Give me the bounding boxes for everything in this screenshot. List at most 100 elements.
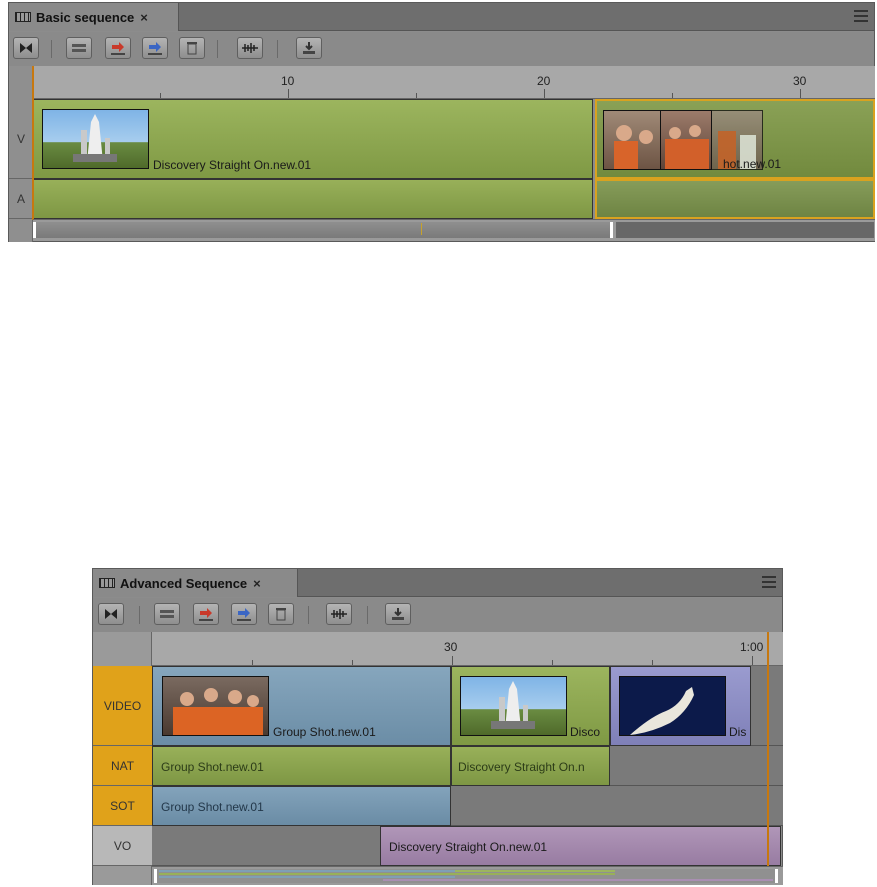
playhead[interactable] (32, 66, 34, 220)
clip-thumbnail (660, 110, 712, 170)
video-clip-group-shot[interactable]: hot.new.01 (595, 99, 875, 179)
advanced-track-header: VIDEO NAT SOT VO (93, 632, 152, 885)
vo-track-empty (152, 826, 380, 866)
ruler-tick (288, 89, 289, 98)
ruler-label: 30 (793, 74, 807, 88)
ruler-tick (452, 656, 453, 665)
clip-thumbnail (603, 110, 661, 170)
ruler-tick (552, 660, 553, 665)
video-clip-discovery[interactable]: Discovery Straight On.new.01 (33, 99, 593, 179)
audio-waveform-icon[interactable] (237, 37, 263, 59)
close-icon[interactable]: × (140, 10, 148, 25)
toolbar-divider (217, 40, 218, 58)
lift-icon[interactable] (231, 603, 257, 625)
timeline-icon (15, 12, 31, 22)
clip-name: Discovery Straight On.n (458, 760, 585, 774)
lift-icon[interactable] (142, 37, 168, 59)
video-clip-discovery[interactable]: Disco (451, 666, 610, 746)
tab-advanced-sequence[interactable]: Advanced Sequence × (93, 569, 298, 597)
basic-track-header: V A (9, 66, 33, 242)
splice-icon[interactable] (154, 603, 180, 625)
nat-clip-discovery[interactable]: Discovery Straight On.n (451, 746, 610, 786)
scrollbar-thumb[interactable] (33, 222, 613, 238)
track-label-a[interactable]: A (9, 179, 33, 219)
clip-name: hot.new.01 (723, 157, 782, 171)
clip-name: Group Shot.new.01 (161, 800, 264, 814)
scrollbar-mini-nat (159, 873, 615, 875)
clip-thumbnail (460, 676, 567, 736)
clip-name: Group Shot.new.01 (161, 760, 264, 774)
track-label-sot[interactable]: SOT (93, 786, 152, 826)
clip-thumbnail (162, 676, 269, 736)
clip-name: Discovery Straight On.new.01 (389, 840, 548, 854)
scrollbar-track-dark (616, 222, 874, 238)
ruler-tick (160, 93, 161, 98)
ruler-label: 20 (537, 74, 551, 88)
advanced-tab-bar: Advanced Sequence × (93, 569, 782, 597)
sot-track-empty (451, 786, 783, 826)
close-icon[interactable]: × (253, 576, 261, 591)
audio-clip-discovery[interactable] (33, 179, 593, 219)
toolbar-divider (51, 40, 52, 58)
overwrite-icon[interactable] (105, 37, 131, 59)
panel-menu-icon[interactable] (762, 576, 776, 588)
scrollbar-mini-video (455, 870, 615, 872)
timeline-icon (99, 578, 115, 588)
timecode-ruler[interactable]: 30 1:00 (152, 632, 783, 666)
ruler-tick (352, 660, 353, 665)
timeline-scrollbar[interactable] (152, 866, 783, 885)
ruler-tick (672, 93, 673, 98)
delete-icon[interactable] (268, 603, 294, 625)
sot-clip-group-shot[interactable]: Group Shot.new.01 (152, 786, 451, 826)
clip-thumbnail (619, 676, 726, 736)
ruler-label: 1:00 (740, 640, 764, 654)
clip-name: Group Shot.new.01 (273, 725, 376, 739)
track-label-v[interactable]: V (9, 99, 33, 179)
video-clip-launch[interactable]: Dis (610, 666, 751, 746)
ruler-tick (416, 93, 417, 98)
scrollbar-marker (421, 223, 422, 235)
ruler-tick (752, 656, 753, 665)
nat-clip-group-shot[interactable]: Group Shot.new.01 (152, 746, 451, 786)
monitor-toggle-icon[interactable] (13, 37, 39, 59)
clip-thumbnail (42, 109, 149, 169)
video-clip-group-shot[interactable]: Group Shot.new.01 (152, 666, 451, 746)
audio-waveform-icon[interactable] (326, 603, 352, 625)
tab-label: Basic sequence (36, 9, 135, 25)
toolbar-divider (139, 606, 140, 624)
basic-toolbar (9, 32, 874, 66)
tab-basic-sequence[interactable]: Basic sequence × (9, 3, 179, 31)
audio-clip-group-shot[interactable] (595, 179, 875, 219)
ruler-tick (652, 660, 653, 665)
scrollbar-mini-video (159, 870, 455, 872)
toolbar-divider (308, 606, 309, 624)
advanced-toolbar (93, 598, 782, 632)
track-label-video[interactable]: VIDEO (93, 666, 152, 746)
playhead[interactable] (767, 632, 769, 884)
export-icon[interactable] (296, 37, 322, 59)
timeline-scrollbar[interactable] (33, 219, 875, 241)
basic-sequence-panel: Basic sequence × V A 10 20 30 Discovery … (8, 2, 875, 242)
advanced-sequence-panel: Advanced Sequence × VIDEO NAT SOT VO 30 … (92, 568, 783, 885)
nat-track-empty (610, 746, 783, 786)
scrollbar-mini-sot (159, 876, 455, 878)
vo-clip-discovery[interactable]: Discovery Straight On.new.01 (380, 826, 781, 866)
timecode-ruler[interactable]: 10 20 30 (33, 66, 875, 99)
delete-icon[interactable] (179, 37, 205, 59)
overwrite-icon[interactable] (193, 603, 219, 625)
ruler-tick (800, 89, 801, 98)
scrollbar-mini-vo (383, 879, 773, 881)
export-icon[interactable] (385, 603, 411, 625)
ruler-label: 30 (444, 640, 458, 654)
ruler-label: 10 (281, 74, 295, 88)
clip-name: Discovery Straight On.new.01 (153, 158, 312, 172)
track-label-nat[interactable]: NAT (93, 746, 152, 786)
tab-label: Advanced Sequence (120, 575, 248, 591)
splice-icon[interactable] (66, 37, 92, 59)
scrollbar-thumb[interactable] (154, 869, 778, 883)
monitor-toggle-icon[interactable] (98, 603, 124, 625)
ruler-tick (544, 89, 545, 98)
clip-name: Dis (729, 725, 747, 739)
track-label-vo[interactable]: VO (93, 826, 152, 866)
panel-menu-icon[interactable] (854, 10, 868, 22)
